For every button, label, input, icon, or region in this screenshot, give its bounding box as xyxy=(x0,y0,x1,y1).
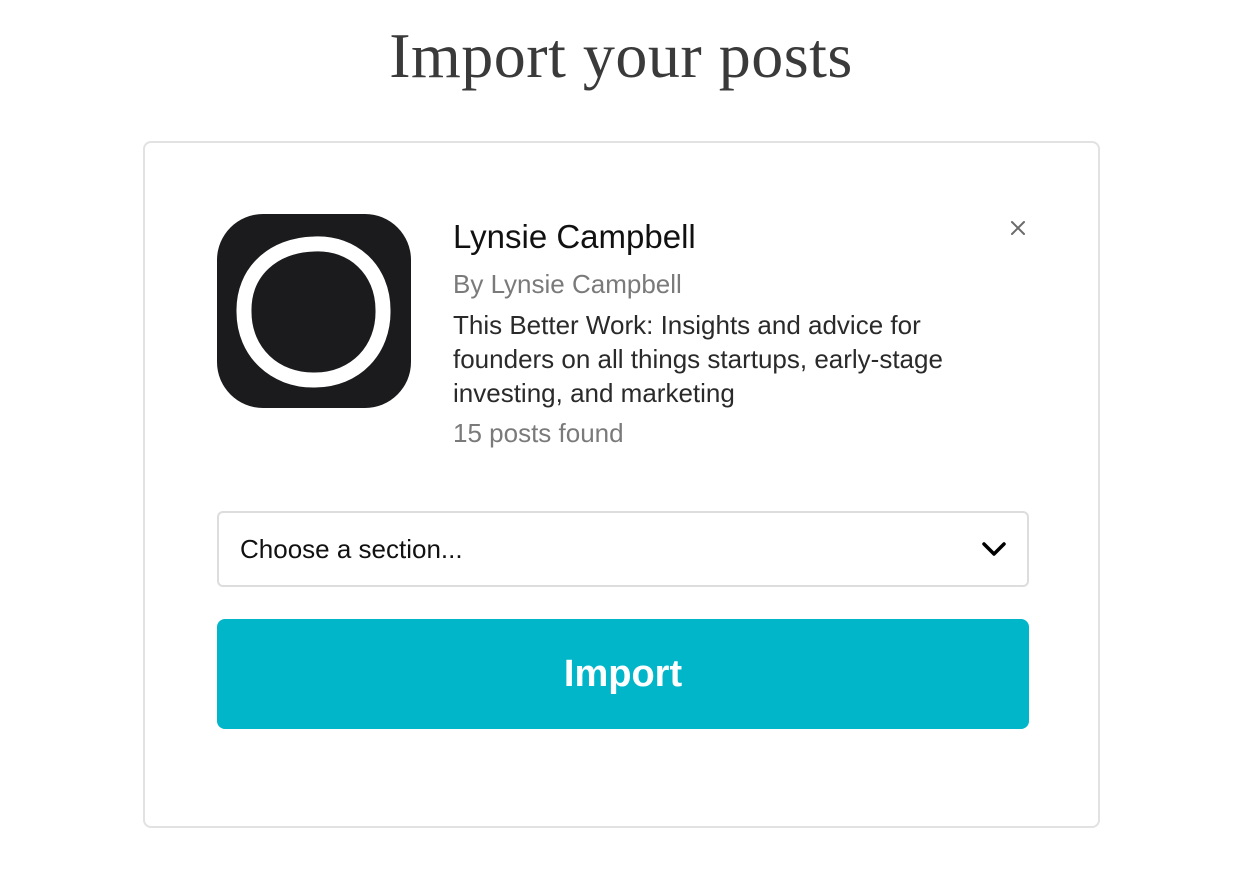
section-select[interactable]: Choose a section... xyxy=(217,511,1029,587)
publication-description: This Better Work: Insights and advice fo… xyxy=(453,310,943,408)
section-select-value: Choose a section... xyxy=(240,533,463,564)
import-card: Lynsie Campbell By Lynsie Campbell This … xyxy=(143,141,1100,828)
page-title: Import your posts xyxy=(389,20,853,91)
ring-logo-icon xyxy=(236,236,391,388)
publication-logo xyxy=(217,214,411,408)
publication-info: Lynsie Campbell By Lynsie Campbell This … xyxy=(453,213,1033,452)
publication-author: By Lynsie Campbell xyxy=(453,269,682,299)
import-button[interactable]: Import xyxy=(217,619,1029,729)
chevron-down-icon xyxy=(982,542,1006,556)
publication-name: Lynsie Campbell xyxy=(453,218,696,255)
posts-found-count: 15 posts found xyxy=(453,418,624,448)
